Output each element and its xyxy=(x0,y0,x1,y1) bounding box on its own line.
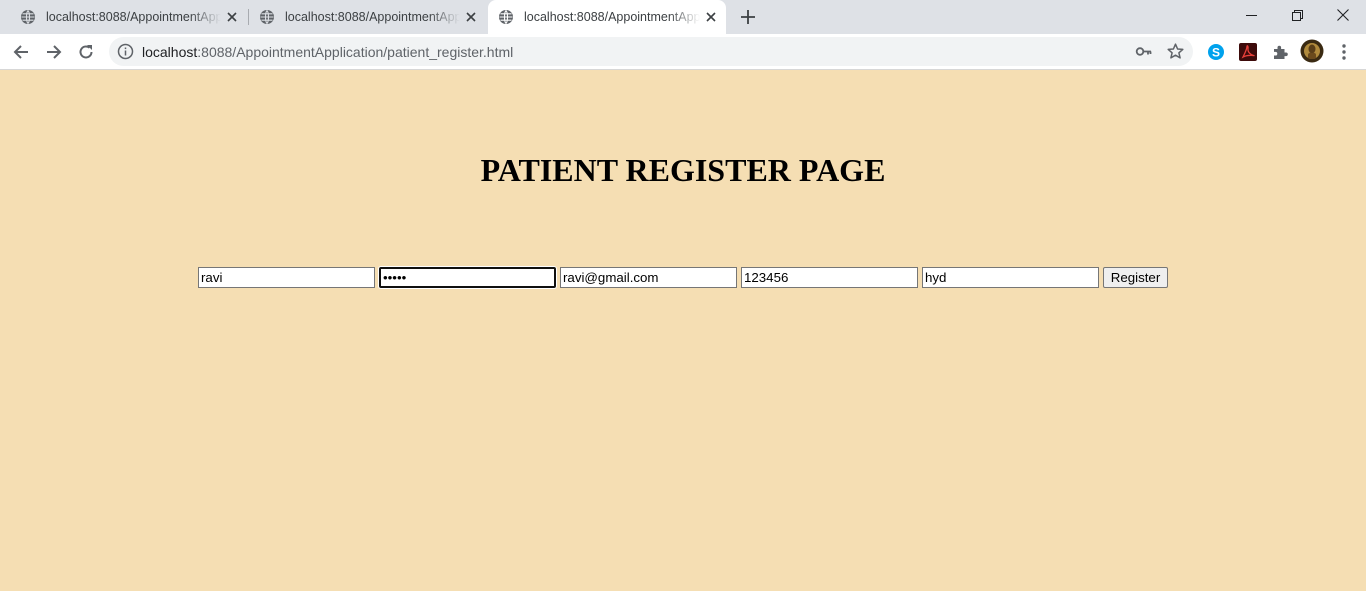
bookmark-star-icon[interactable] xyxy=(1167,43,1184,60)
url-text: localhost:8088/AppointmentApplication/pa… xyxy=(142,44,513,60)
address-bar[interactable]: localhost:8088/AppointmentApplication/pa… xyxy=(109,37,1193,66)
city-input[interactable] xyxy=(922,267,1099,288)
acrobat-icon[interactable] xyxy=(1238,42,1258,62)
tab-title: localhost:8088/AppointmentApplication xyxy=(46,10,221,24)
info-icon[interactable] xyxy=(117,43,134,60)
close-tab-icon[interactable] xyxy=(700,6,722,28)
reload-button[interactable] xyxy=(72,38,100,66)
globe-icon xyxy=(259,9,275,25)
restore-button[interactable] xyxy=(1274,0,1320,30)
key-icon[interactable] xyxy=(1135,43,1152,60)
minimize-button[interactable] xyxy=(1228,0,1274,30)
puzzle-icon[interactable] xyxy=(1270,42,1290,62)
tab-title: localhost:8088/AppointmentApplication xyxy=(524,10,700,24)
email-input[interactable] xyxy=(560,267,737,288)
forward-arrow-icon xyxy=(47,45,62,59)
page-title: PATIENT REGISTER PAGE xyxy=(480,152,886,188)
skype-icon[interactable]: S xyxy=(1206,42,1226,62)
close-tab-icon[interactable] xyxy=(460,6,482,28)
name-input[interactable] xyxy=(198,267,375,288)
browser-tab-1[interactable]: localhost:8088/AppointmentApplication xyxy=(10,0,247,34)
back-arrow-icon xyxy=(13,45,28,59)
new-tab-button[interactable] xyxy=(736,5,760,29)
profile-avatar[interactable] xyxy=(1300,39,1324,63)
tab-strip: localhost:8088/AppointmentApplication lo… xyxy=(0,0,1366,34)
close-icon xyxy=(1337,9,1349,21)
browser-tab-2[interactable]: localhost:8088/AppointmentApplication xyxy=(249,0,486,34)
minimize-icon xyxy=(1245,14,1257,16)
forward-button[interactable] xyxy=(40,38,68,66)
close-tab-icon[interactable] xyxy=(221,6,243,28)
menu-dots-icon[interactable] xyxy=(1334,42,1354,62)
browser-tab-3-active[interactable]: localhost:8088/AppointmentApplication xyxy=(488,0,726,34)
globe-icon xyxy=(20,9,36,25)
url-path: :8088/AppointmentApplication/patient_reg… xyxy=(197,44,514,60)
phone-input[interactable] xyxy=(741,267,918,288)
close-window-button[interactable] xyxy=(1320,0,1366,30)
reload-icon xyxy=(79,45,93,59)
register-button[interactable]: Register xyxy=(1103,267,1168,288)
browser-toolbar: localhost:8088/AppointmentApplication/pa… xyxy=(0,34,1366,70)
back-button[interactable] xyxy=(7,38,35,66)
url-host: localhost xyxy=(142,44,198,60)
tab-title: localhost:8088/AppointmentApplication xyxy=(285,10,460,24)
restore-icon xyxy=(1291,9,1303,21)
plus-icon xyxy=(741,10,755,24)
svg-text:S: S xyxy=(1212,46,1220,60)
password-input[interactable] xyxy=(379,267,556,288)
globe-icon xyxy=(498,9,514,25)
